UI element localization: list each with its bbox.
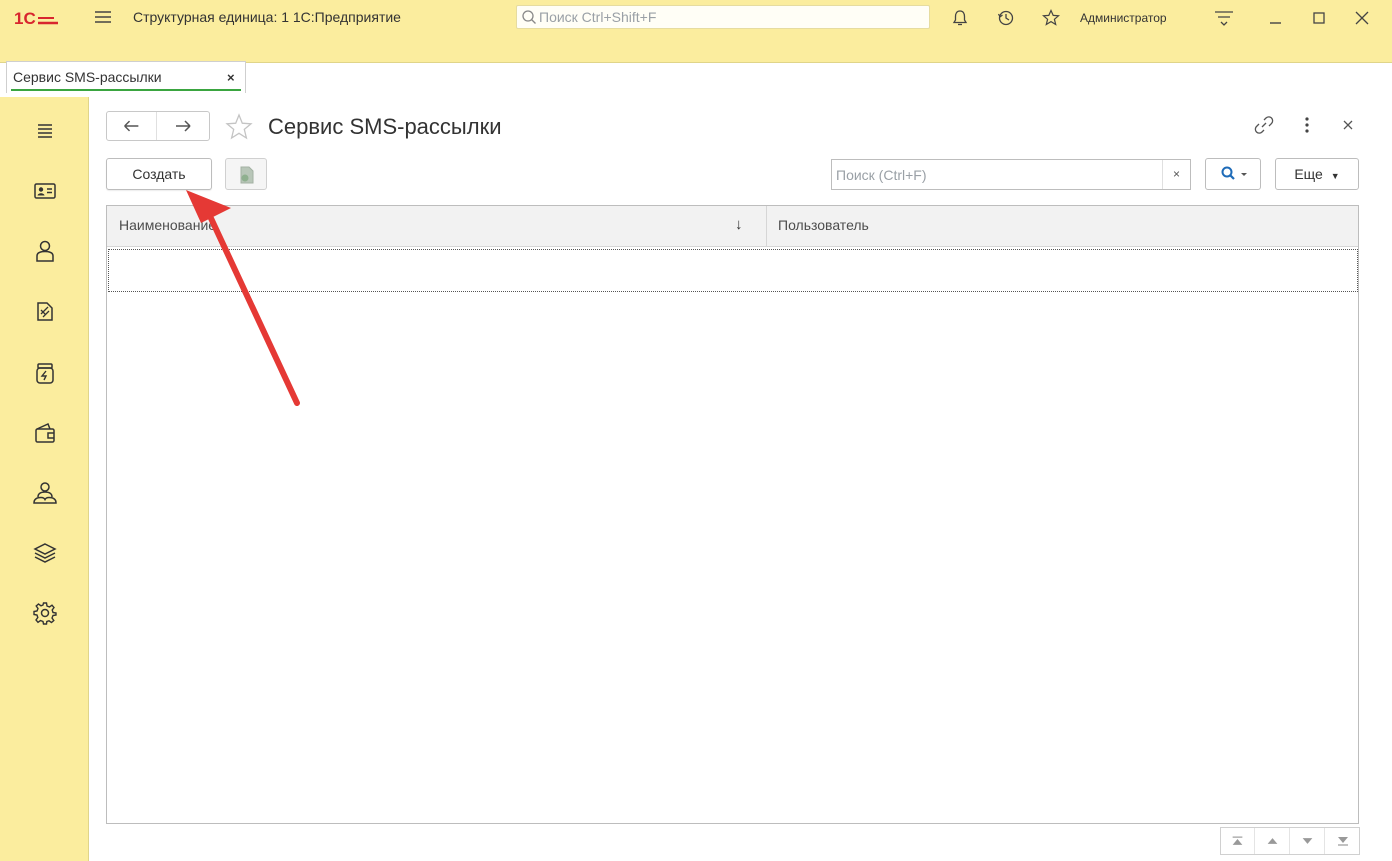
chevron-down-icon: ▼ xyxy=(1330,171,1340,181)
wallet-icon[interactable] xyxy=(31,419,59,447)
close-form-icon[interactable] xyxy=(1337,114,1359,136)
layers-icon[interactable] xyxy=(31,539,59,567)
menu-icon[interactable] xyxy=(31,117,59,145)
minimize-icon[interactable] xyxy=(1264,6,1288,30)
column-header-user[interactable]: Пользователь xyxy=(767,206,1359,247)
more-button-label: Еще xyxy=(1294,166,1323,182)
title-bar-top: 1С Структурная единица: 1 1С:Предприятие xyxy=(0,0,1392,34)
tab-close-icon[interactable]: × xyxy=(227,70,235,85)
list-search-input[interactable] xyxy=(832,160,1160,189)
sort-descending-icon: ↓ xyxy=(735,216,743,233)
user-name[interactable]: Администратор xyxy=(1080,11,1167,25)
list-search-field[interactable]: × xyxy=(831,159,1191,190)
title-bar: 1С Структурная единица: 1 1С:Предприятие xyxy=(0,0,1392,63)
search-button[interactable] xyxy=(1205,158,1261,190)
back-arrow-icon[interactable] xyxy=(107,112,157,140)
money-jar-icon[interactable] xyxy=(31,359,59,387)
1c-logo-icon[interactable]: 1С xyxy=(14,9,60,27)
app-title: Структурная единица: 1 1С:Предприятие xyxy=(133,9,401,25)
sections-sidebar xyxy=(0,97,89,861)
link-icon[interactable] xyxy=(1253,114,1275,136)
column-header-label: Пользователь xyxy=(778,217,869,233)
tab-label: Сервис SMS-рассылки xyxy=(13,69,162,85)
page-title: Сервис SMS-рассылки xyxy=(268,114,502,139)
bell-icon[interactable] xyxy=(950,8,970,28)
copy-button[interactable] xyxy=(225,158,267,190)
svg-text:1С: 1С xyxy=(14,9,36,27)
copy-document-icon xyxy=(240,166,254,184)
sms-services-table[interactable]: Наименование ↓ Пользователь xyxy=(106,205,1359,824)
tab-sms-service[interactable]: Сервис SMS-рассылки × xyxy=(6,61,246,93)
global-search-field[interactable] xyxy=(516,5,930,29)
search-icon xyxy=(522,10,536,24)
list-scroll-buttons xyxy=(1220,827,1360,855)
search-icon xyxy=(1221,166,1247,180)
scroll-to-top-icon[interactable] xyxy=(1221,828,1255,854)
column-header-name[interactable]: Наименование ↓ xyxy=(107,206,767,247)
table-row[interactable] xyxy=(108,249,1358,292)
contact-card-icon[interactable] xyxy=(31,177,59,205)
more-button[interactable]: Еще ▼ xyxy=(1275,158,1359,190)
maximize-icon[interactable] xyxy=(1307,6,1331,30)
close-window-icon[interactable] xyxy=(1350,6,1374,30)
history-icon[interactable] xyxy=(996,8,1016,28)
scroll-up-icon[interactable] xyxy=(1256,828,1290,854)
table-header: Наименование ↓ Пользователь xyxy=(107,206,1358,247)
scroll-down-icon[interactable] xyxy=(1291,828,1325,854)
settings-icon[interactable] xyxy=(31,599,59,627)
documents-icon[interactable] xyxy=(31,297,59,325)
column-header-label: Наименование xyxy=(119,217,217,233)
active-tab-indicator xyxy=(11,89,241,91)
clear-search-button[interactable]: × xyxy=(1162,160,1190,189)
add-to-favorites-star-icon[interactable] xyxy=(224,113,254,141)
settings-menu-icon[interactable] xyxy=(1212,6,1236,30)
forward-arrow-icon[interactable] xyxy=(158,112,208,140)
create-button[interactable]: Создать xyxy=(106,158,212,190)
more-actions-icon[interactable] xyxy=(1296,114,1318,136)
dropdown-caret-icon xyxy=(1241,173,1247,176)
scroll-to-bottom-icon[interactable] xyxy=(1326,828,1360,854)
history-navigation xyxy=(106,111,210,141)
person-icon[interactable] xyxy=(31,237,59,265)
favorites-star-icon[interactable] xyxy=(1041,8,1061,28)
global-search-input[interactable] xyxy=(539,6,919,28)
people-icon[interactable] xyxy=(31,479,59,507)
main-menu-icon[interactable] xyxy=(94,9,112,25)
